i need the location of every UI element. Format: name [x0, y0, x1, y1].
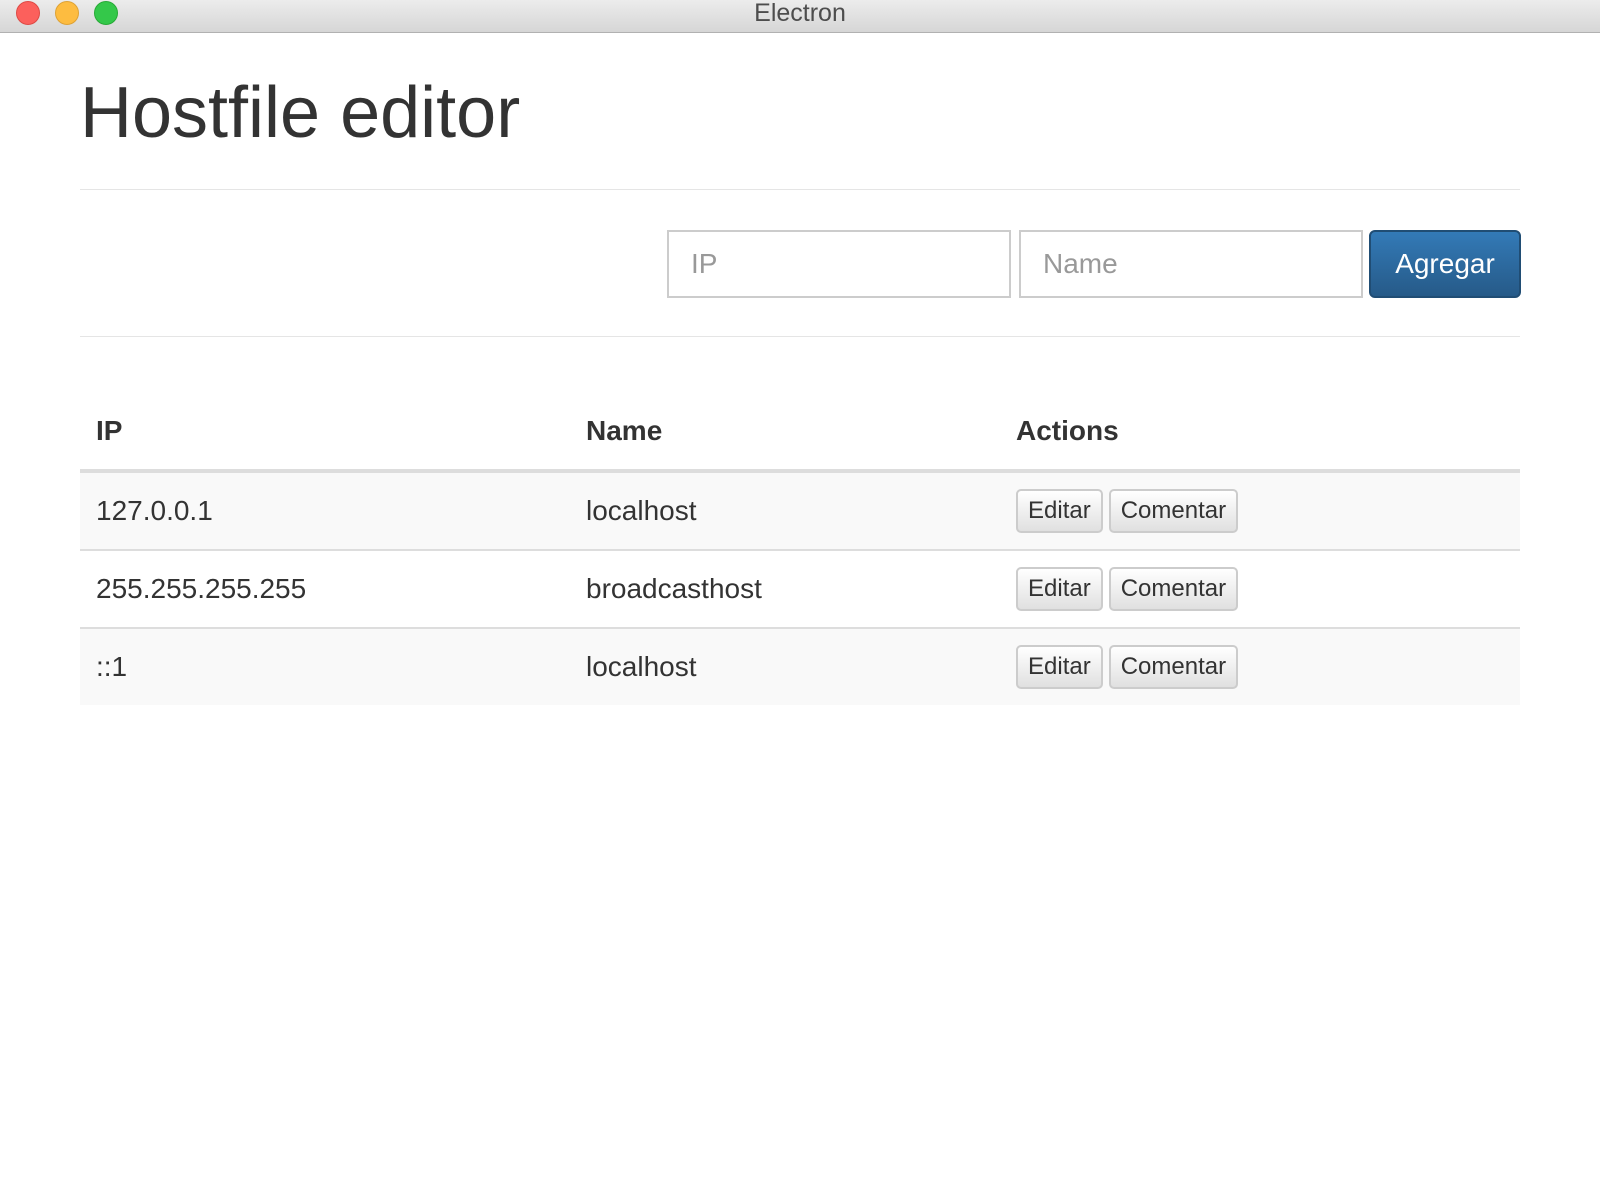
column-header-actions: Actions: [1000, 393, 1520, 473]
comment-button[interactable]: Comentar: [1108, 489, 1239, 533]
form-divider: [80, 336, 1520, 337]
hosts-table: IP Name Actions 127.0.0.1 localhost Edit…: [80, 393, 1520, 705]
comment-button[interactable]: Comentar: [1108, 645, 1239, 689]
edit-button[interactable]: Editar: [1016, 489, 1103, 533]
table-header-row: IP Name Actions: [80, 393, 1520, 473]
table-row: 127.0.0.1 localhost Editar Comentar: [80, 471, 1520, 550]
actions-cell: Editar Comentar: [1000, 549, 1520, 628]
name-cell: broadcasthost: [570, 549, 1000, 628]
ip-input[interactable]: [667, 230, 1011, 298]
ip-cell: ::1: [80, 627, 570, 705]
actions-cell: Editar Comentar: [1000, 471, 1520, 550]
name-input[interactable]: [1019, 230, 1363, 298]
header-divider: [80, 189, 1520, 190]
window-title: Electron: [754, 0, 846, 27]
page-title: Hostfile editor: [80, 73, 521, 153]
column-header-name: Name: [570, 393, 1000, 473]
actions-cell: Editar Comentar: [1000, 627, 1520, 705]
column-header-ip: IP: [80, 393, 570, 473]
app-window: Electron Hostfile editor Agregar IP Name…: [0, 0, 1600, 1186]
comment-button[interactable]: Comentar: [1108, 567, 1239, 611]
edit-button[interactable]: Editar: [1016, 567, 1103, 611]
ip-cell: 255.255.255.255: [80, 549, 570, 628]
table-row: ::1 localhost Editar Comentar: [80, 627, 1520, 705]
name-cell: localhost: [586, 495, 697, 526]
title-bar[interactable]: Electron: [0, 0, 1600, 33]
name-cell: localhost: [570, 627, 1000, 705]
edit-button[interactable]: Editar: [1016, 645, 1103, 689]
ip-cell: 127.0.0.1: [96, 495, 213, 526]
add-host-button[interactable]: Agregar: [1369, 230, 1521, 298]
table-row: 255.255.255.255 broadcasthost Editar Come…: [80, 549, 1520, 628]
